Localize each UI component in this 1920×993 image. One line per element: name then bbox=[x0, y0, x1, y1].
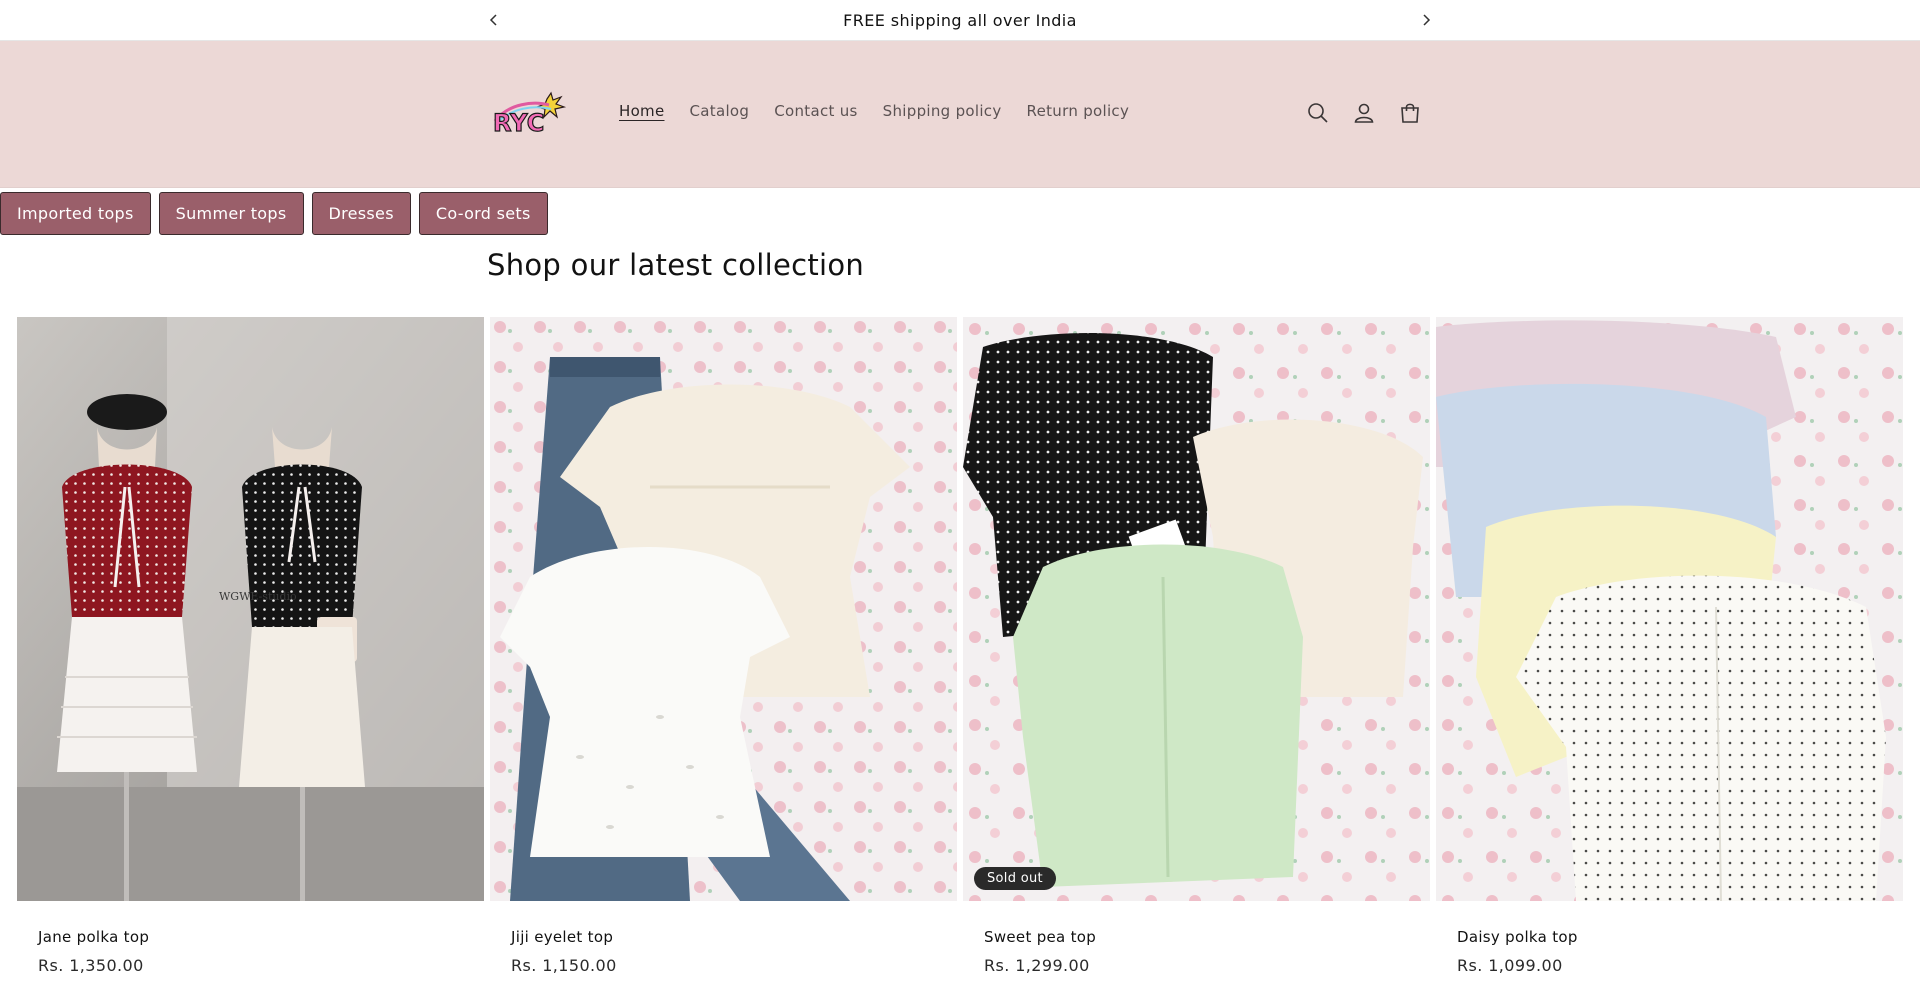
category-summer-tops-button[interactable]: Summer tops bbox=[158, 192, 304, 235]
product-grid: WGWE-studio Jane polka top Rs. 1,350.00 bbox=[17, 317, 1903, 975]
product-card[interactable]: Jiji eyelet top Rs. 1,150.00 bbox=[490, 317, 957, 975]
product-image[interactable] bbox=[490, 317, 957, 901]
search-icon[interactable] bbox=[1306, 101, 1330, 125]
product-card[interactable]: Sold out Sweet pea top Rs. 1,299.00 bbox=[963, 317, 1430, 975]
product-price: Rs. 1,299.00 bbox=[984, 956, 1090, 975]
section-title: Shop our latest collection bbox=[487, 248, 865, 282]
product-name[interactable]: Daisy polka top bbox=[1457, 928, 1903, 946]
product-image[interactable]: WGWE-studio bbox=[17, 317, 484, 901]
nav-contact-us[interactable]: Contact us bbox=[762, 102, 870, 120]
site-header: RYC Home Catalog Contact us Shipping pol… bbox=[0, 41, 1920, 188]
store-logo[interactable]: RYC bbox=[489, 91, 579, 135]
category-co-ord-sets-button[interactable]: Co-ord sets bbox=[418, 192, 548, 235]
account-icon[interactable] bbox=[1352, 101, 1376, 125]
sold-out-badge: Sold out bbox=[974, 867, 1056, 890]
header-actions bbox=[1306, 101, 1422, 125]
nav-home[interactable]: Home bbox=[607, 102, 677, 120]
product-image[interactable]: Sold out bbox=[963, 317, 1430, 901]
main-nav: Home Catalog Contact us Shipping policy … bbox=[607, 102, 1142, 120]
svg-text:RYC: RYC bbox=[493, 109, 544, 135]
announcement-text: FREE shipping all over India bbox=[843, 11, 1077, 30]
nav-return-policy[interactable]: Return policy bbox=[1014, 102, 1142, 120]
product-name[interactable]: Jane polka top bbox=[38, 928, 484, 946]
cart-icon[interactable] bbox=[1398, 101, 1422, 125]
product-card[interactable]: Daisy polka top Rs. 1,099.00 bbox=[1436, 317, 1903, 975]
product-card[interactable]: WGWE-studio Jane polka top Rs. 1,350.00 bbox=[17, 317, 484, 975]
product-name[interactable]: Sweet pea top bbox=[984, 928, 1430, 946]
product-name[interactable]: Jiji eyelet top bbox=[511, 928, 957, 946]
product-price: Rs. 1,150.00 bbox=[511, 956, 617, 975]
nav-catalog[interactable]: Catalog bbox=[677, 102, 762, 120]
category-imported-tops-button[interactable]: Imported tops bbox=[0, 192, 151, 235]
announcement-bar: FREE shipping all over India bbox=[0, 0, 1920, 41]
category-buttons: Imported tops Summer tops Dresses Co-ord… bbox=[0, 192, 548, 235]
category-dresses-button[interactable]: Dresses bbox=[311, 192, 411, 235]
product-image[interactable] bbox=[1436, 317, 1903, 901]
product-price: Rs. 1,099.00 bbox=[1457, 956, 1563, 975]
nav-shipping-policy[interactable]: Shipping policy bbox=[870, 102, 1014, 120]
svg-text:WGWE-studio: WGWE-studio bbox=[219, 590, 297, 603]
product-price: Rs. 1,350.00 bbox=[38, 956, 144, 975]
chevron-right-icon[interactable] bbox=[1416, 10, 1436, 30]
